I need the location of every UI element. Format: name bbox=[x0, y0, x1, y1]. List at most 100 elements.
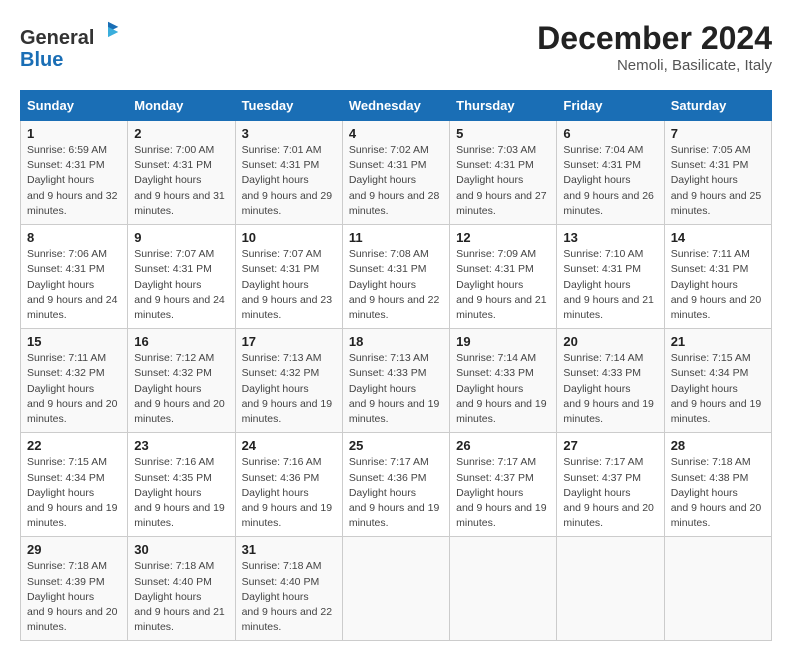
calendar-cell: 6 Sunrise: 7:04 AM Sunset: 4:31 PM Dayli… bbox=[557, 121, 664, 225]
day-number: 21 bbox=[671, 334, 765, 349]
calendar-cell: 26 Sunrise: 7:17 AM Sunset: 4:37 PM Dayl… bbox=[450, 433, 557, 537]
day-info: Sunrise: 7:09 AM Sunset: 4:31 PM Dayligh… bbox=[456, 247, 550, 323]
day-info: Sunrise: 7:11 AM Sunset: 4:31 PM Dayligh… bbox=[671, 247, 765, 323]
day-info: Sunrise: 7:01 AM Sunset: 4:31 PM Dayligh… bbox=[242, 143, 336, 219]
calendar-week-row: 29 Sunrise: 7:18 AM Sunset: 4:39 PM Dayl… bbox=[21, 537, 772, 641]
day-info: Sunrise: 7:12 AM Sunset: 4:32 PM Dayligh… bbox=[134, 351, 228, 427]
day-number: 10 bbox=[242, 230, 336, 245]
day-number: 7 bbox=[671, 126, 765, 141]
day-number: 13 bbox=[563, 230, 657, 245]
day-number: 15 bbox=[27, 334, 121, 349]
weekday-header-thursday: Thursday bbox=[450, 91, 557, 121]
day-info: Sunrise: 7:03 AM Sunset: 4:31 PM Dayligh… bbox=[456, 143, 550, 219]
day-info: Sunrise: 7:18 AM Sunset: 4:40 PM Dayligh… bbox=[242, 559, 336, 635]
day-info: Sunrise: 7:17 AM Sunset: 4:36 PM Dayligh… bbox=[349, 455, 443, 531]
calendar-cell: 27 Sunrise: 7:17 AM Sunset: 4:37 PM Dayl… bbox=[557, 433, 664, 537]
day-number: 14 bbox=[671, 230, 765, 245]
calendar-cell: 17 Sunrise: 7:13 AM Sunset: 4:32 PM Dayl… bbox=[235, 329, 342, 433]
calendar-cell bbox=[450, 537, 557, 641]
calendar-cell: 25 Sunrise: 7:17 AM Sunset: 4:36 PM Dayl… bbox=[342, 433, 449, 537]
calendar-cell bbox=[342, 537, 449, 641]
calendar-cell: 11 Sunrise: 7:08 AM Sunset: 4:31 PM Dayl… bbox=[342, 225, 449, 329]
calendar-cell: 23 Sunrise: 7:16 AM Sunset: 4:35 PM Dayl… bbox=[128, 433, 235, 537]
day-number: 8 bbox=[27, 230, 121, 245]
day-number: 29 bbox=[27, 542, 121, 557]
calendar-cell: 4 Sunrise: 7:02 AM Sunset: 4:31 PM Dayli… bbox=[342, 121, 449, 225]
weekday-header-monday: Monday bbox=[128, 91, 235, 121]
day-number: 4 bbox=[349, 126, 443, 141]
day-number: 19 bbox=[456, 334, 550, 349]
calendar-cell: 16 Sunrise: 7:12 AM Sunset: 4:32 PM Dayl… bbox=[128, 329, 235, 433]
calendar-cell bbox=[664, 537, 771, 641]
day-info: Sunrise: 7:16 AM Sunset: 4:36 PM Dayligh… bbox=[242, 455, 336, 531]
location-subtitle: Nemoli, Basilicate, Italy bbox=[537, 57, 772, 74]
day-info: Sunrise: 7:17 AM Sunset: 4:37 PM Dayligh… bbox=[563, 455, 657, 531]
day-number: 30 bbox=[134, 542, 228, 557]
calendar-cell: 31 Sunrise: 7:18 AM Sunset: 4:40 PM Dayl… bbox=[235, 537, 342, 641]
day-info: Sunrise: 7:18 AM Sunset: 4:39 PM Dayligh… bbox=[27, 559, 121, 635]
calendar-cell: 9 Sunrise: 7:07 AM Sunset: 4:31 PM Dayli… bbox=[128, 225, 235, 329]
day-info: Sunrise: 7:16 AM Sunset: 4:35 PM Dayligh… bbox=[134, 455, 228, 531]
day-info: Sunrise: 7:02 AM Sunset: 4:31 PM Dayligh… bbox=[349, 143, 443, 219]
day-info: Sunrise: 7:14 AM Sunset: 4:33 PM Dayligh… bbox=[456, 351, 550, 427]
calendar-cell: 12 Sunrise: 7:09 AM Sunset: 4:31 PM Dayl… bbox=[450, 225, 557, 329]
day-info: Sunrise: 7:07 AM Sunset: 4:31 PM Dayligh… bbox=[242, 247, 336, 323]
calendar-cell: 19 Sunrise: 7:14 AM Sunset: 4:33 PM Dayl… bbox=[450, 329, 557, 433]
day-number: 18 bbox=[349, 334, 443, 349]
calendar-cell: 15 Sunrise: 7:11 AM Sunset: 4:32 PM Dayl… bbox=[21, 329, 128, 433]
day-info: Sunrise: 7:17 AM Sunset: 4:37 PM Dayligh… bbox=[456, 455, 550, 531]
weekday-header-friday: Friday bbox=[557, 91, 664, 121]
calendar-week-row: 8 Sunrise: 7:06 AM Sunset: 4:31 PM Dayli… bbox=[21, 225, 772, 329]
calendar-cell: 24 Sunrise: 7:16 AM Sunset: 4:36 PM Dayl… bbox=[235, 433, 342, 537]
day-info: Sunrise: 7:18 AM Sunset: 4:40 PM Dayligh… bbox=[134, 559, 228, 635]
calendar-cell bbox=[557, 537, 664, 641]
day-number: 16 bbox=[134, 334, 228, 349]
weekday-header-sunday: Sunday bbox=[21, 91, 128, 121]
day-info: Sunrise: 7:10 AM Sunset: 4:31 PM Dayligh… bbox=[563, 247, 657, 323]
title-block: December 2024 Nemoli, Basilicate, Italy bbox=[537, 20, 772, 74]
calendar-cell: 10 Sunrise: 7:07 AM Sunset: 4:31 PM Dayl… bbox=[235, 225, 342, 329]
calendar-cell: 7 Sunrise: 7:05 AM Sunset: 4:31 PM Dayli… bbox=[664, 121, 771, 225]
day-info: Sunrise: 7:13 AM Sunset: 4:33 PM Dayligh… bbox=[349, 351, 443, 427]
day-info: Sunrise: 7:15 AM Sunset: 4:34 PM Dayligh… bbox=[671, 351, 765, 427]
calendar-cell: 13 Sunrise: 7:10 AM Sunset: 4:31 PM Dayl… bbox=[557, 225, 664, 329]
day-number: 26 bbox=[456, 438, 550, 453]
day-number: 27 bbox=[563, 438, 657, 453]
calendar-cell: 1 Sunrise: 6:59 AM Sunset: 4:31 PM Dayli… bbox=[21, 121, 128, 225]
day-info: Sunrise: 7:07 AM Sunset: 4:31 PM Dayligh… bbox=[134, 247, 228, 323]
day-info: Sunrise: 7:06 AM Sunset: 4:31 PM Dayligh… bbox=[27, 247, 121, 323]
weekday-header-wednesday: Wednesday bbox=[342, 91, 449, 121]
calendar-cell: 5 Sunrise: 7:03 AM Sunset: 4:31 PM Dayli… bbox=[450, 121, 557, 225]
day-number: 3 bbox=[242, 126, 336, 141]
calendar-cell: 29 Sunrise: 7:18 AM Sunset: 4:39 PM Dayl… bbox=[21, 537, 128, 641]
day-number: 24 bbox=[242, 438, 336, 453]
day-number: 11 bbox=[349, 230, 443, 245]
day-info: Sunrise: 7:05 AM Sunset: 4:31 PM Dayligh… bbox=[671, 143, 765, 219]
page-header: General Blue December 2024 Nemoli, Basil… bbox=[20, 20, 772, 74]
calendar-cell: 3 Sunrise: 7:01 AM Sunset: 4:31 PM Dayli… bbox=[235, 121, 342, 225]
day-number: 17 bbox=[242, 334, 336, 349]
day-info: Sunrise: 7:14 AM Sunset: 4:33 PM Dayligh… bbox=[563, 351, 657, 427]
day-number: 12 bbox=[456, 230, 550, 245]
day-number: 2 bbox=[134, 126, 228, 141]
weekday-header-saturday: Saturday bbox=[664, 91, 771, 121]
calendar-cell: 14 Sunrise: 7:11 AM Sunset: 4:31 PM Dayl… bbox=[664, 225, 771, 329]
day-info: Sunrise: 7:15 AM Sunset: 4:34 PM Dayligh… bbox=[27, 455, 121, 531]
day-info: Sunrise: 6:59 AM Sunset: 4:31 PM Dayligh… bbox=[27, 143, 121, 219]
day-number: 28 bbox=[671, 438, 765, 453]
month-title: December 2024 bbox=[537, 20, 772, 57]
day-info: Sunrise: 7:08 AM Sunset: 4:31 PM Dayligh… bbox=[349, 247, 443, 323]
calendar-cell: 30 Sunrise: 7:18 AM Sunset: 4:40 PM Dayl… bbox=[128, 537, 235, 641]
day-number: 6 bbox=[563, 126, 657, 141]
calendar-cell: 8 Sunrise: 7:06 AM Sunset: 4:31 PM Dayli… bbox=[21, 225, 128, 329]
day-info: Sunrise: 7:13 AM Sunset: 4:32 PM Dayligh… bbox=[242, 351, 336, 427]
day-number: 31 bbox=[242, 542, 336, 557]
logo-flag-icon bbox=[96, 20, 120, 44]
day-info: Sunrise: 7:18 AM Sunset: 4:38 PM Dayligh… bbox=[671, 455, 765, 531]
calendar-cell: 18 Sunrise: 7:13 AM Sunset: 4:33 PM Dayl… bbox=[342, 329, 449, 433]
day-info: Sunrise: 7:11 AM Sunset: 4:32 PM Dayligh… bbox=[27, 351, 121, 427]
day-number: 22 bbox=[27, 438, 121, 453]
logo-text-general: General bbox=[20, 27, 94, 49]
calendar-cell: 22 Sunrise: 7:15 AM Sunset: 4:34 PM Dayl… bbox=[21, 433, 128, 537]
day-info: Sunrise: 7:00 AM Sunset: 4:31 PM Dayligh… bbox=[134, 143, 228, 219]
